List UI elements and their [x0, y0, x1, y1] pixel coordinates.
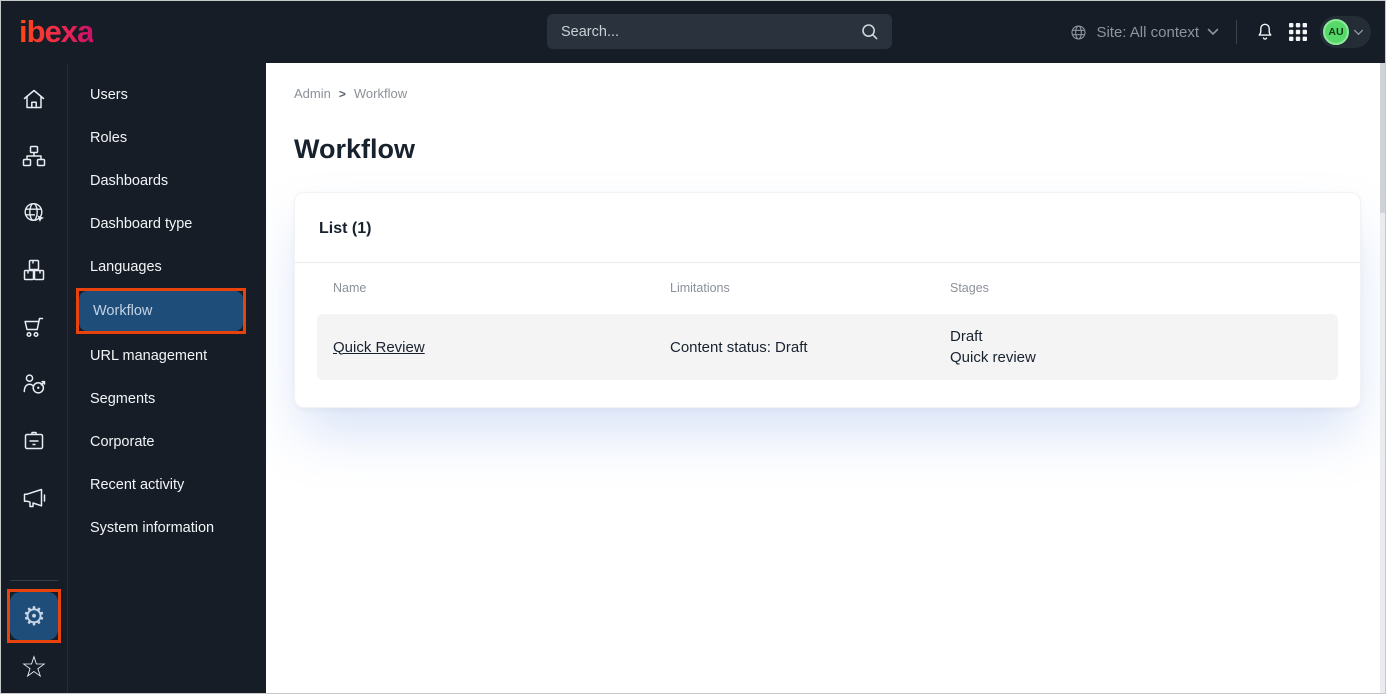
- sidebar-item-label: Segments: [90, 390, 156, 407]
- table-row: Quick Review Content status: Draft Draft…: [317, 314, 1338, 380]
- topbar-divider: [1236, 20, 1237, 44]
- gear-glyph: ⚙: [22, 601, 46, 631]
- user-avatar: AU: [1323, 19, 1349, 45]
- workflow-link[interactable]: Quick Review: [333, 339, 425, 356]
- sidebar-item-label: Workflow: [93, 303, 153, 319]
- breadcrumb-separator: >: [338, 86, 346, 101]
- chevron-down-icon: [1207, 28, 1219, 36]
- bookmarks-star-icon[interactable]: ☆: [21, 653, 48, 683]
- sidebar-item-users[interactable]: Users: [68, 73, 266, 116]
- content-tree-icon[interactable]: [12, 134, 56, 178]
- product-boxes-icon[interactable]: [12, 248, 56, 292]
- sidebar-item-segments[interactable]: Segments: [68, 377, 266, 420]
- sidebar-item-dashboard-type[interactable]: Dashboard type: [68, 202, 266, 245]
- sidebar-item-label: Languages: [90, 258, 162, 275]
- globe-icon: [1069, 23, 1088, 42]
- column-header-limitations: Limitations: [670, 281, 730, 295]
- ibexa-logo: ibexa: [19, 14, 94, 49]
- scrollbar[interactable]: [1380, 63, 1385, 693]
- sidebar-item-label: Corporate: [90, 433, 155, 450]
- table-header-row: Name Limitations Stages: [295, 263, 1360, 314]
- list-heading: List (1): [319, 220, 372, 237]
- app-grid-icon[interactable]: [1289, 23, 1307, 41]
- sidebar-item-label: Dashboard type: [90, 215, 193, 232]
- sidebar-item-workflow[interactable]: Workflow: [79, 291, 243, 331]
- rail-bottom-section: ⚙ ☆: [1, 580, 67, 693]
- sidebar-item-system-information[interactable]: System information: [68, 506, 266, 549]
- sidebar-item-label: System information: [90, 519, 215, 536]
- admin-menu-sidebar: Users Roles Dashboards Dashboard type La…: [68, 63, 266, 693]
- stage-item: Draft: [950, 328, 983, 345]
- scrollbar-thumb[interactable]: [1380, 63, 1385, 213]
- sidebar-item-corporate[interactable]: Corporate: [68, 420, 266, 463]
- breadcrumb-item-admin[interactable]: Admin: [294, 86, 331, 101]
- sidebar-item-label: URL management: [90, 347, 208, 364]
- user-menu[interactable]: AU: [1320, 16, 1371, 48]
- search-input[interactable]: [561, 23, 860, 40]
- column-header-name: Name: [333, 281, 367, 295]
- star-glyph: ☆: [20, 651, 48, 684]
- topbar-right-cluster: Site: All context AU: [1069, 1, 1371, 63]
- sidebar-item-label: Recent activity: [90, 476, 185, 493]
- notifications-bell-icon[interactable]: [1254, 21, 1276, 43]
- cell-limitations: Content status: Draft: [670, 338, 808, 356]
- site-globe-icon[interactable]: [12, 191, 56, 235]
- commerce-cart-icon[interactable]: [12, 305, 56, 349]
- home-icon[interactable]: [12, 77, 56, 121]
- cell-stages: Draft Quick review: [950, 326, 1338, 368]
- search-icon[interactable]: [860, 22, 880, 42]
- site-context-selector[interactable]: Site: All context: [1069, 23, 1219, 42]
- corporate-badge-icon[interactable]: [12, 419, 56, 463]
- sidebar-item-recent-activity[interactable]: Recent activity: [68, 463, 266, 506]
- main-content: Admin > Workflow Workflow List (1) Name …: [266, 63, 1385, 693]
- sidebar-item-languages[interactable]: Languages: [68, 245, 266, 288]
- rail-divider: [10, 580, 58, 581]
- sidebar-item-label: Roles: [90, 129, 128, 146]
- sidebar-item-label: Users: [90, 86, 128, 103]
- app-window: ibexa Site: All context: [0, 0, 1386, 694]
- page-title: Workflow: [294, 134, 415, 164]
- annotation-highlight-settings: ⚙: [7, 589, 61, 643]
- chevron-down-icon: [1353, 29, 1364, 36]
- cell-name: Quick Review: [333, 339, 670, 356]
- breadcrumb-item-workflow: Workflow: [353, 86, 408, 101]
- site-context-label: Site: All context: [1096, 23, 1199, 41]
- icon-rail-sidebar: ⚙ ☆: [1, 63, 68, 693]
- stage-item: Quick review: [950, 349, 1036, 366]
- global-search[interactable]: [547, 14, 892, 49]
- sidebar-item-roles[interactable]: Roles: [68, 116, 266, 159]
- settings-gear-icon[interactable]: ⚙: [10, 592, 58, 640]
- column-header-stages: Stages: [950, 281, 989, 295]
- sidebar-item-label: Dashboards: [90, 172, 169, 189]
- workflow-list-card: List (1) Name Limitations Stages Quick R…: [294, 192, 1361, 408]
- marketing-megaphone-icon[interactable]: [12, 476, 56, 520]
- sidebar-item-url-management[interactable]: URL management: [68, 334, 266, 377]
- annotation-highlight-workflow: Workflow: [76, 288, 246, 334]
- top-bar: ibexa Site: All context: [1, 1, 1385, 63]
- customer-target-icon[interactable]: [12, 362, 56, 406]
- sidebar-item-dashboards[interactable]: Dashboards: [68, 159, 266, 202]
- breadcrumb: Admin > Workflow: [294, 86, 1385, 101]
